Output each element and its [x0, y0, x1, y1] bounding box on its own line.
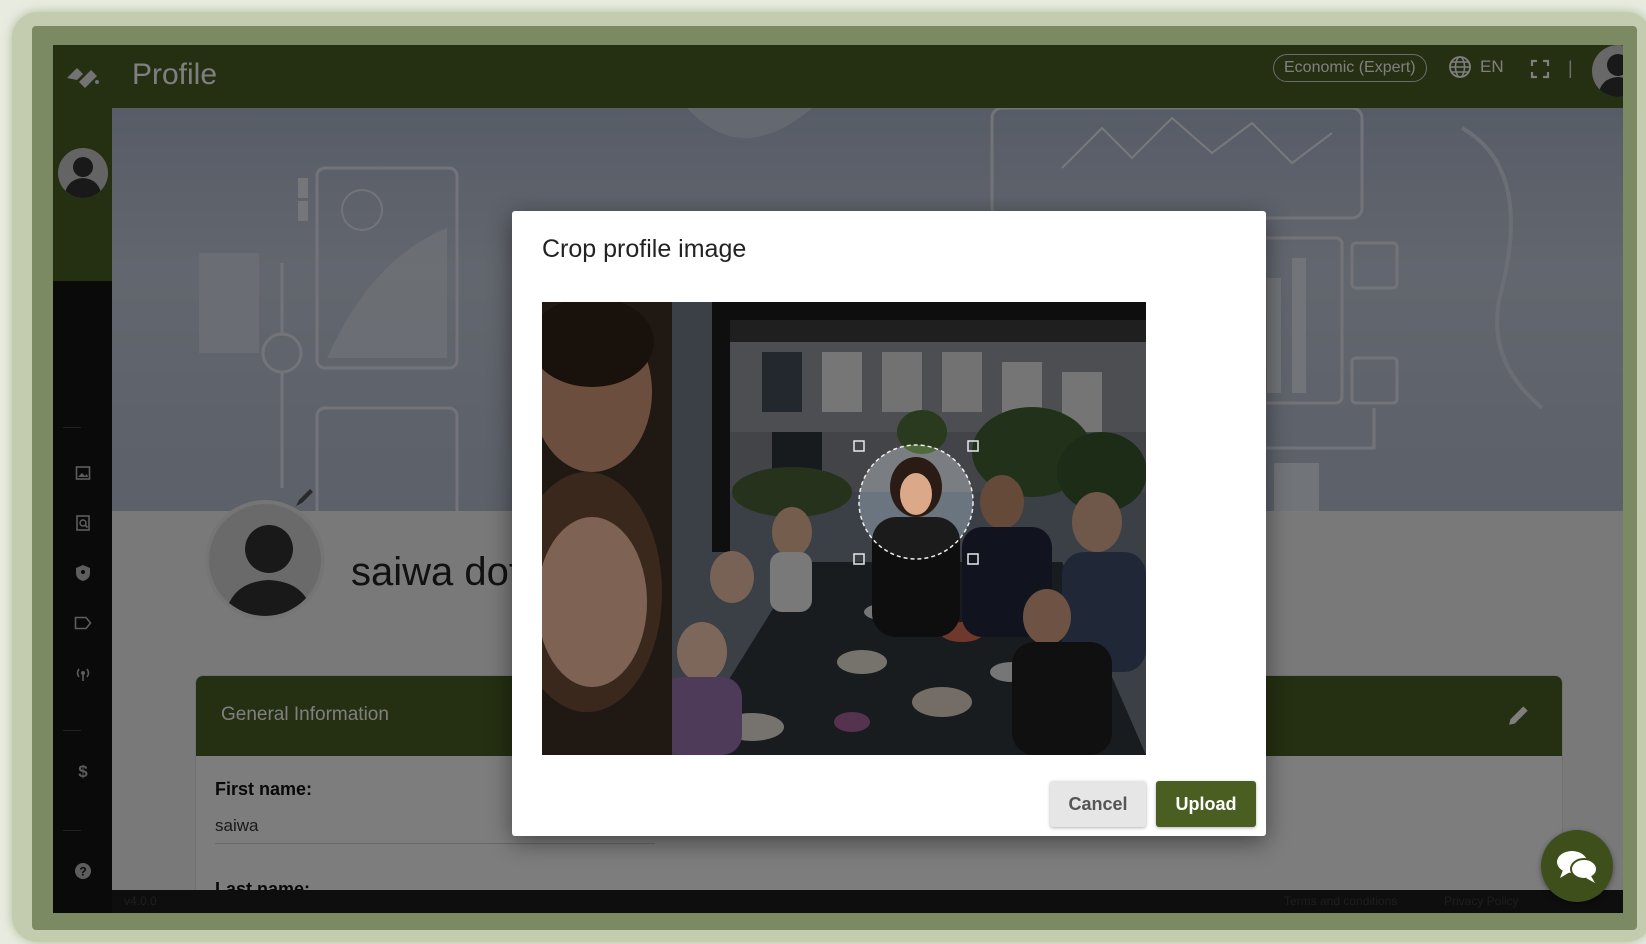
crop-image-dialog: Crop profile image Cancel Upload [512, 211, 1266, 836]
app-window: $ ? Profile Economic (Expert) EN | [53, 45, 1623, 913]
dialog-title: Crop profile image [542, 235, 747, 263]
upload-button[interactable]: Upload [1156, 781, 1256, 827]
chat-button[interactable] [1541, 830, 1613, 902]
cancel-button[interactable]: Cancel [1050, 781, 1146, 827]
crop-canvas[interactable] [542, 302, 1146, 755]
chat-icon [1557, 851, 1598, 883]
profile-photo [542, 302, 1146, 755]
